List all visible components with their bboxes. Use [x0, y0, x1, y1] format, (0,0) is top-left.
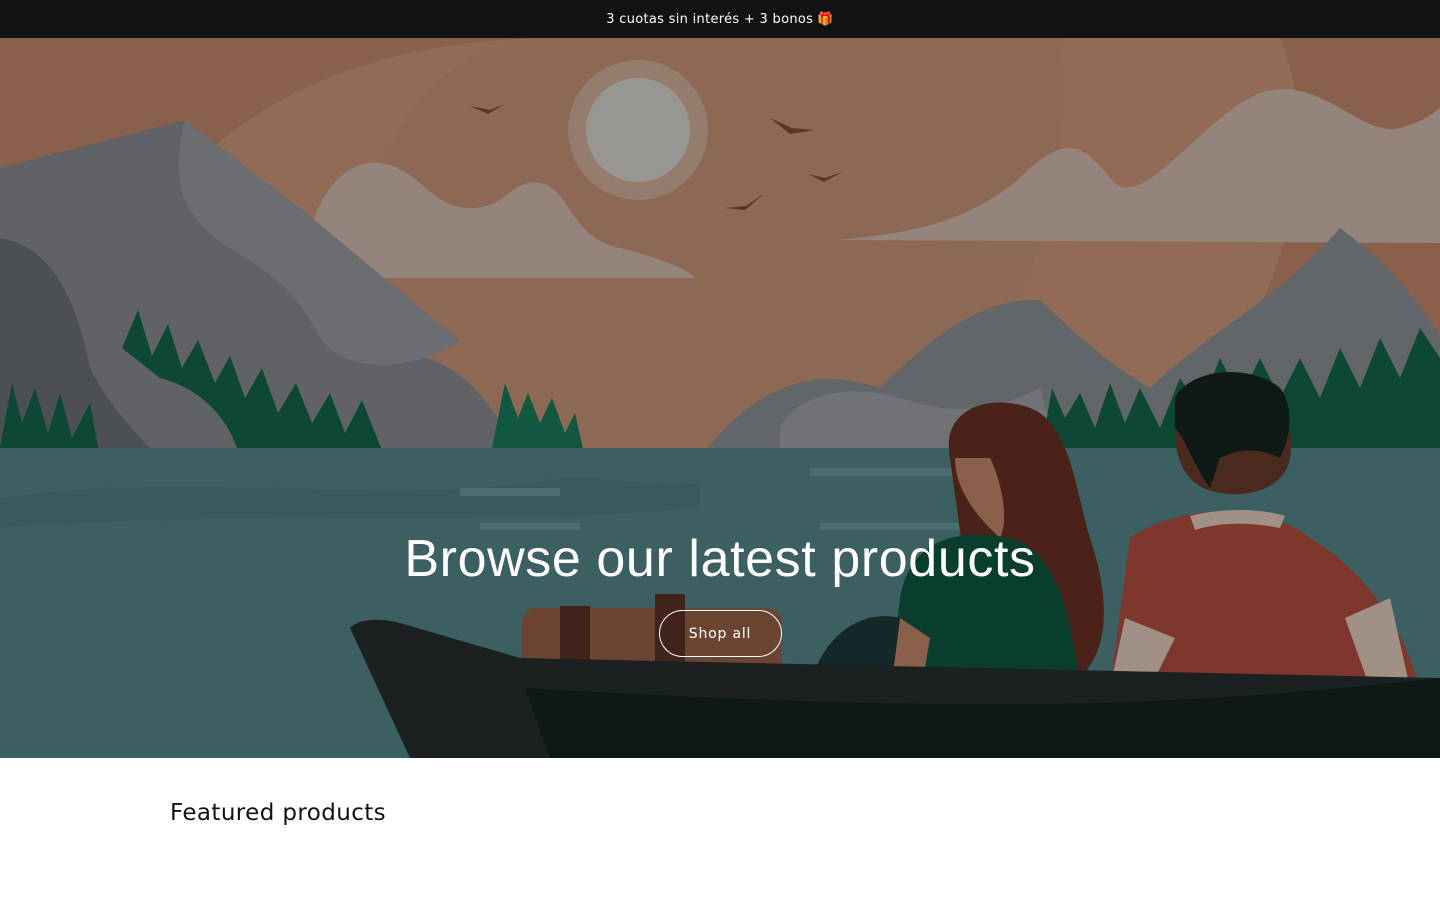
featured-products-title: Featured products	[170, 800, 387, 826]
announcement-text: 3 cuotas sin interés + 3 bonos	[606, 11, 814, 27]
gift-icon: 🎁	[817, 11, 834, 27]
featured-products-section: Featured products	[170, 800, 386, 826]
hero-content: Browse our latest products Shop all	[0, 528, 1440, 658]
hero-banner: Browse our latest products Shop all	[0, 38, 1440, 758]
shop-all-button[interactable]: Shop all	[658, 610, 782, 658]
announcement-bar: 3 cuotas sin interés + 3 bonos 🎁	[0, 0, 1440, 38]
hero-heading: Browse our latest products	[404, 530, 1036, 588]
